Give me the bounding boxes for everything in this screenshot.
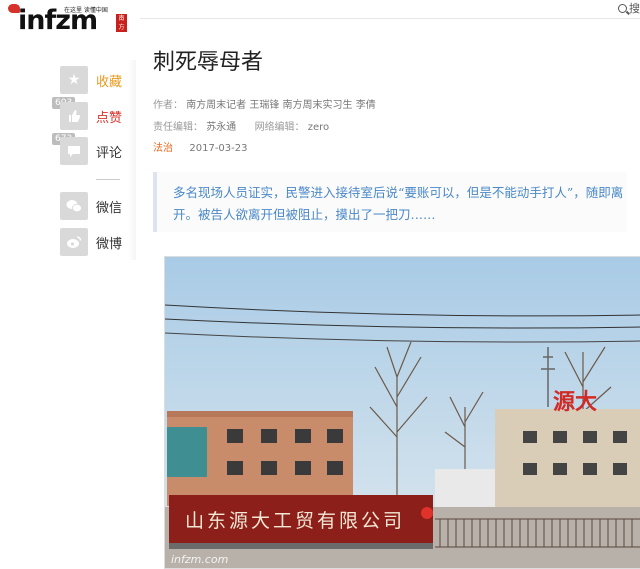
weibo-icon [60, 228, 88, 256]
web-editor-name: zero [307, 122, 330, 133]
factory-photo-image: 源大 山东源大工贸有限公司 [165, 257, 640, 568]
sidebar-item-like[interactable]: 点赞 [60, 102, 122, 130]
web-editor-label: 网络编辑： [254, 122, 305, 133]
sidebar-item-favorite[interactable]: ★ 收藏 [60, 66, 122, 94]
sidebar-item-label: 评论 [96, 145, 123, 161]
company-sign-text: 山东源大工贸有限公司 [185, 510, 405, 532]
sidebar-item-label: 收藏 [96, 74, 123, 90]
logo-seal: 南方 [116, 14, 127, 32]
search-icon [618, 3, 627, 13]
author-names: 南方周末记者 王瑞锋 南方周末实习生 李倩 [186, 100, 376, 111]
editor-line: 责任编辑： 苏永通 网络编辑： zero [153, 118, 329, 133]
site-logo[interactable]: infzm 在这里 读懂中国 南方 [8, 2, 127, 42]
search-label: 搜 [629, 2, 640, 15]
article-lead: 多名现场人员证实，民警进入接待室后说“要账可以，但是不能动手打人”，随即离开。被… [153, 172, 627, 232]
sidebar-shadow [128, 60, 136, 260]
article-photo[interactable]: 源大 山东源大工贸有限公司 infzm.com [164, 256, 640, 569]
author-label: 作者： [153, 100, 183, 111]
sidebar-item-label: 微博 [96, 236, 123, 252]
sidebar-item-wechat[interactable]: 微信 [60, 192, 122, 220]
comment-icon [60, 137, 88, 165]
page-title: 刺死辱母者 [153, 50, 264, 75]
sidebar-item-label: 微信 [96, 200, 123, 216]
channel-link[interactable]: 法治 [153, 143, 173, 154]
editor-name: 苏永通 [206, 122, 237, 133]
channel-date-line: 法治 2017-03-23 [153, 139, 248, 154]
author-line: 作者： 南方周末记者 王瑞锋 南方周末实习生 李倩 [153, 96, 376, 111]
publish-date: 2017-03-23 [189, 143, 248, 154]
sidebar-item-weibo[interactable]: 微博 [60, 228, 122, 256]
sidebar-item-comment[interactable]: 评论 [60, 137, 122, 165]
thumbs-up-icon [60, 102, 88, 130]
top-divider [140, 18, 640, 19]
photo-watermark: infzm.com [171, 553, 229, 566]
lead-text: 多名现场人员证实，民警进入接待室后说“要账可以，但是不能动手打人”，随即离开。被… [173, 185, 624, 222]
logo-slogan: 在这里 读懂中国 [64, 7, 108, 14]
wechat-icon [60, 192, 88, 220]
roof-sign-text: 源大 [553, 390, 597, 415]
star-icon: ★ [60, 66, 88, 94]
editor-label: 责任编辑： [153, 122, 203, 133]
sidebar-item-label: 点赞 [96, 110, 123, 126]
search-button[interactable]: 搜 [618, 0, 640, 16]
sidebar-divider [96, 179, 120, 180]
